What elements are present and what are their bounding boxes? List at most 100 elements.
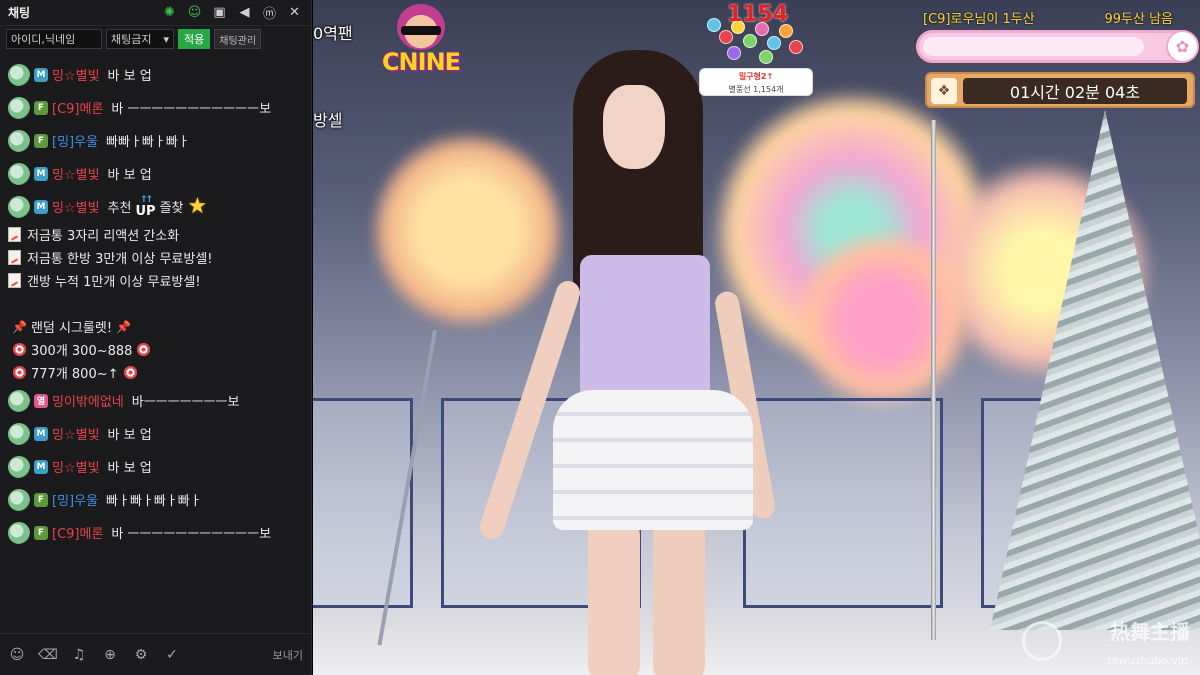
chat-message-list[interactable]: M 밍☆별빛 바 보 업 F [C9]메론 바 ㅡㅡㅡㅡㅡㅡㅡㅡㅡㅡㅡ보 F [… [0,58,311,633]
overlay-text-mid: 방셀 [313,111,343,130]
memo-icon [8,227,21,242]
chat-nickname[interactable]: [밍]우울 [52,131,98,150]
user-search-input[interactable] [6,29,102,49]
chat-nickname[interactable]: 밍☆별빛 [52,65,100,84]
notice-text: 저금통 3자리 리액션 간소화 [27,229,180,244]
check-circle-icon[interactable]: ✓ [163,646,181,664]
balloon-icon [719,30,733,44]
video-player[interactable]: 0역팬 방셀 CNINE 1154 밀구형2↑ 별풍선 1,154개 [C9]로… [313,0,1200,675]
bell-icon[interactable]: ♫ [70,646,88,664]
chat-text: 바 ㅡㅡㅡㅡㅡㅡㅡㅡㅡㅡㅡ보 [111,102,272,117]
white-skirt [553,390,753,530]
timer-text: 01시간 02분 04초 [963,78,1187,104]
chat-nickname[interactable]: 밍이밖에없네 [52,391,124,410]
member-badge: M [34,67,48,82]
avatar[interactable] [8,63,30,86]
send-button[interactable]: 보내기 [273,647,303,663]
avatar[interactable] [8,488,30,511]
avatar[interactable] [8,455,30,478]
chat-text: 바 보 업 [107,428,152,443]
roulette-title-line: 📌 랜덤 시그룰렛! 📌 [8,315,303,338]
chat-message: F [밍]우울 빠ㅏ빠ㅏ빠ㅏ빠ㅏ [8,483,303,516]
globe-icon[interactable]: ⊕ [101,646,119,664]
gift-icon[interactable]: ▣ [211,4,228,21]
balloon-counter-widget: 1154 밀구형2↑ 별풍선 1,154개 [699,2,815,96]
memo-icon [8,273,21,288]
roulette-line: 300개 300~888 [8,338,303,361]
chat-message: 열 밍이밖에없네 바ㅡㅡㅡㅡㅡㅡㅡ보 [8,384,303,417]
target-icon [137,343,151,356]
target-icon [13,343,26,356]
chat-nickname[interactable]: [밍]우울 [52,490,98,509]
chat-footer: ☺ ⌫ ♫ ⊕ ⚙ ✓ 보내기 [0,633,311,675]
chat-nickname[interactable]: [C9]메론 [52,523,103,542]
chat-ban-select[interactable]: 채팅금지 ▾ [106,29,174,49]
chat-text: 바 ㅡㅡㅡㅡㅡㅡㅡㅡㅡㅡㅡ보 [111,527,272,542]
fan-badge: F [34,133,48,148]
megaphone-icon[interactable]: ◀ [236,4,253,21]
balloon-card: 밀구형2↑ 별풍선 1,154개 [699,68,813,96]
member-badge: M [34,166,48,181]
chat-text: 바 보 업 [107,461,152,476]
avatar[interactable] [8,195,30,218]
chat-message: F [C9]메론 바 ㅡㅡㅡㅡㅡㅡㅡㅡㅡㅡㅡ보 [8,91,303,124]
chat-text: 바ㅡㅡㅡㅡㅡㅡㅡ보 [131,395,240,410]
wall-light-glow [793,230,973,410]
balloon-icon [789,40,803,54]
roulette-text: 300개 300~888 [31,344,133,359]
emoji-icon[interactable]: ☺ [8,646,26,664]
chat-filter-row: 채팅금지 ▾ 적용 채팅관리 [0,26,311,52]
eraser-icon[interactable]: ⌫ [38,646,58,664]
fan-badge: F [34,525,48,540]
settings-icon[interactable]: ⚙ [132,646,150,664]
chat-text: 바 보 업 [107,168,152,183]
balloon-icon [767,36,781,50]
streamer-figure [476,45,788,675]
light-pole [931,120,936,640]
stream-timer: ❖ 01시간 02분 04초 [925,72,1195,108]
wall-panel [313,398,413,608]
chat-title: 채팅 [8,6,31,20]
chat-text: 바 보 업 [107,69,152,84]
chat-message: M 밍☆별빛 바 보 업 [8,417,303,450]
apply-button[interactable]: 적용 [178,29,211,49]
m-badge-icon[interactable]: ⓜ [261,4,278,22]
avatar[interactable] [8,521,30,544]
chat-text: 추천 [107,201,132,216]
paw-print-icon: ❖ [931,78,957,104]
fan-badge: F [34,492,48,507]
chat-message: M 밍☆별빛 바 보 업 [8,58,303,91]
avatar[interactable] [8,129,30,152]
balloon-icon [727,46,741,60]
balloon-icon [759,50,773,64]
settings-sun-icon[interactable]: ✺ [161,4,178,21]
user-online-icon[interactable]: ☺ [186,4,203,21]
member-badge: M [34,199,48,214]
chat-header-icons: ✺ ☺ ▣ ◀ ⓜ ✕ [161,4,303,22]
avatar[interactable] [8,389,30,412]
chat-message: M 밍☆별빛 바 보 업 [8,157,303,190]
chat-nickname[interactable]: 밍☆별빛 [52,197,100,216]
chat-nickname[interactable]: 밍☆별빛 [52,424,100,443]
notice-spacer [8,292,303,315]
avatar[interactable] [8,422,30,445]
star-emoticon-icon: ★ [187,194,208,219]
chat-message: F [밍]우울 빠빠ㅏ빠ㅏ빠ㅏ [8,124,303,157]
balloon-count: 1154 [727,2,789,27]
notice-text: 저금통 한방 3만개 이상 무료방셀! [27,252,213,267]
chat-manage-button[interactable]: 채팅관리 [214,29,262,49]
avatar[interactable] [8,162,30,185]
leg [588,515,640,675]
member-badge: M [34,459,48,474]
chat-nickname[interactable]: [C9]메론 [52,98,103,117]
chat-nickname[interactable]: 밍☆별빛 [52,164,100,183]
up-label: UP [135,203,156,219]
chat-message: M 밍☆별빛 추천 ↑↑ UP 즐찾 ★ [8,190,303,223]
balloon-card-total: 별풍선 1,154개 [728,85,784,94]
goal-labels: [C9]로우님이 1두산 99두산 남음 [923,8,1173,27]
close-icon[interactable]: ✕ [286,4,303,21]
avatar[interactable] [8,96,30,119]
chat-nickname[interactable]: 밍☆별빛 [52,457,100,476]
chat-message: M 밍☆별빛 바 보 업 [8,450,303,483]
pushpin-icon: 📌 [116,319,132,334]
